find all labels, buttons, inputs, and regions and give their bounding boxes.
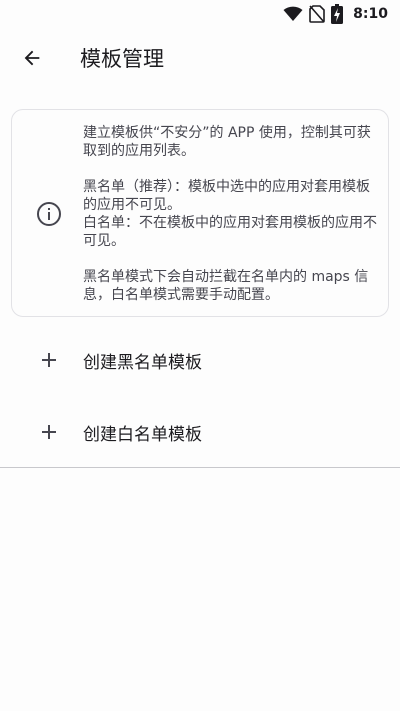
info-paragraph: 黑名单（推荐）：模板中选中的应用对套用模板的应用不可见。 [83,179,370,213]
arrow-back-icon [24,50,40,66]
plus-icon [42,353,56,367]
info-text: 建立模板供“不安分”的 APP 使用，控制其可获取到的应用列表。 黑名单（推荐）… [83,124,383,304]
info-icon [37,202,61,226]
wifi-icon [283,6,303,22]
create-whitelist-template-label: 创建白名单模板 [83,424,202,445]
status-bar: 8:10 [0,0,400,28]
no-sim-icon [309,5,325,23]
divider [0,467,400,468]
info-card: 建立模板供“不安分”的 APP 使用，控制其可获取到的应用列表。 黑名单（推荐）… [11,109,389,317]
create-blacklist-template-label: 创建黑名单模板 [83,352,202,373]
info-paragraph: 白名单：不在模板中的应用对套用模板的应用不可见。 [83,215,377,249]
info-paragraph: 黑名单模式下会自动拦截在名单内的 maps 信息，白名单模式需要手动配置。 [83,269,369,303]
plus-icon [42,425,56,439]
page-title: 模板管理 [80,47,164,71]
battery-charging-icon [331,4,344,24]
back-button[interactable] [8,34,56,82]
info-paragraph: 建立模板供“不安分”的 APP 使用，控制其可获取到的应用列表。 [83,125,371,159]
status-time: 8:10 [353,6,388,22]
app-bar: 模板管理 [0,28,400,88]
create-blacklist-template-button[interactable]: 创建黑名单模板 [0,324,400,396]
create-whitelist-template-button[interactable]: 创建白名单模板 [0,396,400,468]
